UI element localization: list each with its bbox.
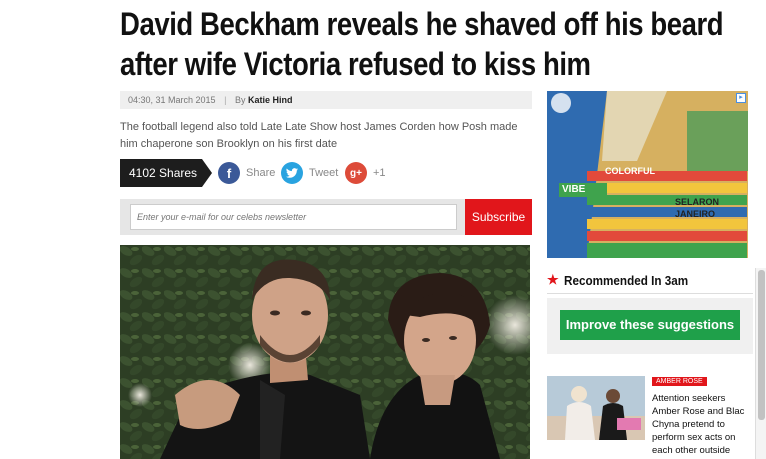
article-headline: David Beckham reveals he shaved off his … [120,6,724,82]
author-link[interactable]: Katie Hind [248,95,293,105]
google-plus-button[interactable]: g+ +1 [345,161,386,185]
article-date: 04:30, 31 March 2015 [128,95,216,105]
ad-choices-icon[interactable]: ▸ [736,93,746,103]
improve-suggestions-panel: Improve these suggestions [547,298,753,354]
shares-count: 4102 Shares [120,159,212,187]
article-photo [120,245,530,459]
facebook-share-label: Share [246,167,276,179]
newsletter-email-input[interactable] [130,204,457,230]
advertisement-banner[interactable]: COLORFUL VIBE SELARON JANEIRO ▸ [547,91,748,258]
by-label: By [234,95,246,105]
improve-suggestions-button[interactable]: Improve these suggestions [560,310,740,340]
story-thumbnail-image [547,376,645,440]
meta-separator: | [224,95,227,105]
star-icon: ★ [547,272,559,287]
sidebar-scrollbar[interactable] [755,268,766,459]
ad-sign-text: VIBE [562,184,586,195]
scrollbar-thumb[interactable] [758,270,765,420]
story-link[interactable]: Attention seekers Amber Rose and Blac Ch… [652,392,746,457]
divider [547,293,753,294]
story-thumbnail[interactable] [547,376,645,440]
twitter-icon [281,162,303,184]
recommended-title: Recommended In 3am [563,272,688,288]
twitter-share-button[interactable]: Tweet [281,161,338,185]
newsletter-form [120,199,465,235]
ad-sign-text: COLORFUL [605,166,655,176]
article-meta: 04:30, 31 March 2015 | By Katie Hind [120,91,532,109]
facebook-share-button[interactable]: f Share [218,161,275,185]
ad-sign-text: JANEIRO [675,209,716,219]
facebook-icon: f [218,162,240,184]
article-summary: The football legend also told Late Late … [120,121,518,150]
subscribe-button[interactable]: Subscribe [465,199,532,235]
google-plus-label: +1 [373,167,386,179]
twitter-share-label: Tweet [309,167,339,179]
story-category-tag[interactable]: AMBER ROSE [652,377,707,386]
google-plus-icon: g+ [345,162,367,184]
beckham-photo-illustration [120,245,530,459]
recommended-heading: ★ Recommended In 3am [547,272,702,288]
ad-sign-text: SELARON [675,197,720,207]
